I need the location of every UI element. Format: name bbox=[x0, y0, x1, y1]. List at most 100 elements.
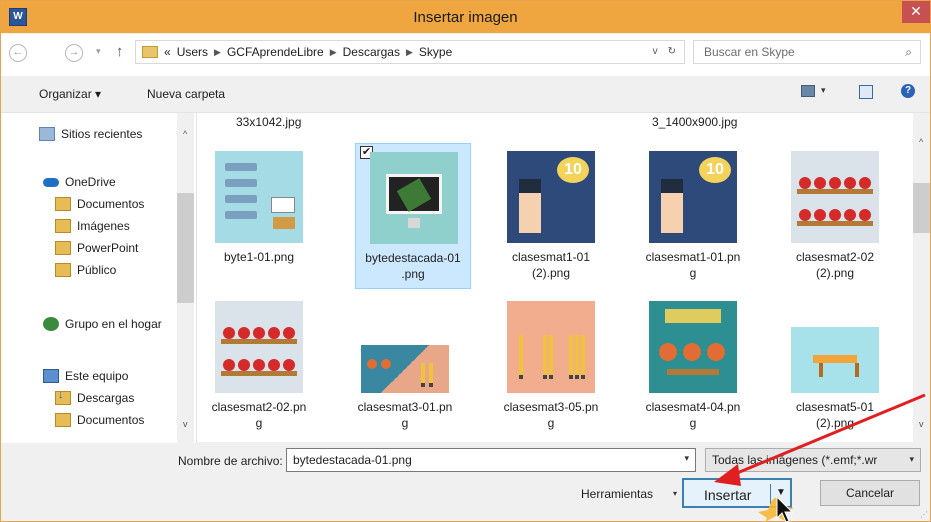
file-name: clasesmat1-01.pn g bbox=[635, 249, 751, 281]
title-bar[interactable]: W Insertar imagen ✕ bbox=[1, 1, 930, 33]
address-history-chevron-icon[interactable]: v bbox=[653, 46, 658, 57]
sidebar-item-homegroup[interactable]: Grupo en el hogar bbox=[43, 317, 162, 331]
back-icon[interactable]: ← bbox=[9, 44, 27, 62]
insert-options-chevron-icon[interactable]: ▼ bbox=[776, 487, 786, 498]
folder-icon bbox=[55, 197, 71, 211]
file-name-line: (2).png bbox=[815, 416, 855, 430]
sidebar-item-label: Sitios recientes bbox=[61, 127, 143, 141]
organize-menu[interactable]: Organizar ▾ bbox=[39, 87, 101, 101]
file-tile[interactable]: clasesmat5-01 (2).png bbox=[777, 293, 893, 439]
file-tile[interactable]: clasesmat2-02.pn g bbox=[201, 293, 317, 439]
file-name-line: clasesmat2-02.pn bbox=[211, 400, 307, 414]
insert-button[interactable]: Insertar ▼ bbox=[682, 478, 792, 508]
filename-input[interactable]: bytedestacada-01.png ▾ bbox=[286, 448, 696, 472]
breadcrumb-separator-icon: ▶ bbox=[329, 46, 337, 57]
sidebar-item-recent-places[interactable]: Sitios recientes bbox=[39, 127, 142, 141]
address-actions: v ↻ bbox=[653, 46, 676, 57]
cancel-button[interactable]: Cancelar bbox=[820, 480, 920, 506]
filename-label: Nombre de archivo: bbox=[178, 454, 283, 468]
image-thumbnail bbox=[791, 327, 879, 393]
sidebar-item-powerpoint[interactable]: PowerPoint bbox=[55, 241, 138, 255]
sidebar-scroll-up-icon[interactable]: ^ bbox=[183, 129, 187, 139]
file-name: clasesmat3-05.pn g bbox=[493, 399, 609, 431]
sidebar-item-onedrive[interactable]: OneDrive bbox=[43, 175, 116, 189]
image-thumbnail bbox=[507, 301, 595, 393]
image-thumbnail bbox=[215, 151, 303, 243]
file-name-line: clasesmat3-01.pn bbox=[357, 400, 453, 414]
new-folder-button[interactable]: Nueva carpeta bbox=[147, 87, 225, 101]
image-thumbnail bbox=[215, 301, 303, 393]
folder-icon bbox=[142, 46, 158, 58]
onedrive-icon bbox=[43, 177, 59, 187]
filename-history-chevron-icon[interactable]: ▾ bbox=[684, 453, 689, 464]
file-tile[interactable]: 10 clasesmat1-01.pn g bbox=[635, 143, 751, 289]
file-name: clasesmat2-02 (2).png bbox=[777, 249, 893, 281]
refresh-icon[interactable]: ↻ bbox=[668, 46, 676, 57]
computer-icon bbox=[43, 369, 59, 383]
file-type-filter-select[interactable]: Todas las imágenes (*.emf;*.wr ▾ bbox=[705, 448, 921, 472]
recent-locations-chevron-icon[interactable]: ▾ bbox=[96, 46, 101, 57]
file-scroll-down-icon[interactable]: v bbox=[919, 419, 924, 429]
file-type-filter-value: Todas las imágenes (*.emf;*.wr bbox=[712, 453, 878, 467]
file-label-partial[interactable]: 33x1042.jpg bbox=[236, 115, 301, 129]
file-tile[interactable]: clasesmat3-01.pn g bbox=[347, 293, 463, 439]
breadcrumb-descargas[interactable]: Descargas bbox=[343, 45, 400, 59]
insert-image-dialog: W Insertar imagen ✕ ← → ▾ ↑ « Users ▶ GC… bbox=[0, 0, 931, 522]
file-name-line: clasesmat3-05.pn bbox=[503, 400, 599, 414]
file-tile[interactable]: clasesmat4-04.pn g bbox=[635, 293, 751, 439]
file-name: clasesmat4-04.pn g bbox=[635, 399, 751, 431]
file-name-line: (2).png bbox=[531, 266, 571, 280]
close-button[interactable]: ✕ bbox=[902, 1, 930, 23]
up-folder-icon[interactable]: ↑ bbox=[116, 43, 124, 60]
address-bar[interactable]: « Users ▶ GCFAprendeLibre ▶ Descargas ▶ … bbox=[135, 40, 685, 64]
breadcrumb-skype[interactable]: Skype bbox=[419, 45, 452, 59]
file-name-line: g bbox=[547, 416, 555, 430]
file-tile[interactable]: clasesmat3-05.pn g bbox=[493, 293, 609, 439]
file-list: 33x1042.jpg 3_1400x900.jpg byte1-01.png … bbox=[198, 113, 912, 443]
file-scroll-up-icon[interactable]: ^ bbox=[919, 137, 923, 147]
dialog-footer: Nombre de archivo: bytedestacada-01.png … bbox=[1, 443, 930, 521]
file-name-line: .png bbox=[401, 267, 425, 281]
sidebar-item-imagenes[interactable]: Imágenes bbox=[55, 219, 130, 233]
change-view-icon[interactable] bbox=[801, 85, 815, 97]
file-tile[interactable]: clasesmat2-02 (2).png bbox=[777, 143, 893, 289]
sidebar-item-publico[interactable]: Público bbox=[55, 263, 116, 277]
sidebar-scrollbar-thumb[interactable] bbox=[177, 193, 194, 303]
folder-icon bbox=[55, 219, 71, 233]
search-input[interactable]: Buscar en Skype ⌕ bbox=[693, 40, 921, 64]
breadcrumb-gcfaprendelibre[interactable]: GCFAprendeLibre bbox=[227, 45, 324, 59]
file-name-line: g bbox=[689, 266, 697, 280]
file-name-line: clasesmat5-01 bbox=[795, 400, 875, 414]
preview-pane-icon[interactable] bbox=[859, 85, 873, 99]
sidebar-item-label: Descargas bbox=[77, 391, 135, 405]
sidebar-item-descargas[interactable]: Descargas bbox=[55, 389, 135, 405]
image-thumbnail bbox=[649, 301, 737, 393]
tools-chevron-icon[interactable]: ▾ bbox=[673, 489, 677, 498]
sidebar-item-label: Documentos bbox=[77, 413, 145, 427]
sidebar-item-label: Público bbox=[77, 263, 117, 277]
view-options-chevron-icon[interactable]: ▾ bbox=[821, 85, 826, 96]
file-list-scrollbar[interactable] bbox=[913, 113, 930, 443]
search-icon[interactable]: ⌕ bbox=[905, 45, 912, 60]
breadcrumb-separator-icon: ▶ bbox=[405, 46, 413, 57]
file-list-scrollbar-thumb[interactable] bbox=[913, 183, 930, 233]
file-tile-selected[interactable]: ✔ bytedestacada-01 .png bbox=[355, 143, 471, 289]
file-tile[interactable]: 10 clasesmat1-01 (2).png bbox=[493, 143, 609, 289]
file-label-partial[interactable]: 3_1400x900.jpg bbox=[652, 115, 737, 129]
sidebar-scroll-down-icon[interactable]: v bbox=[183, 419, 188, 429]
file-tile[interactable]: byte1-01.png bbox=[201, 143, 317, 289]
help-icon[interactable]: ? bbox=[901, 84, 915, 98]
file-name-line: g bbox=[255, 416, 263, 430]
insert-button-label: Insertar bbox=[704, 487, 752, 503]
breadcrumb: « Users ▶ GCFAprendeLibre ▶ Descargas ▶ … bbox=[164, 45, 452, 59]
file-name: clasesmat5-01 (2).png bbox=[777, 399, 893, 431]
resize-grip-icon[interactable]: ⋰ bbox=[920, 510, 928, 519]
tools-menu[interactable]: Herramientas bbox=[581, 487, 653, 501]
address-row: ← → ▾ ↑ « Users ▶ GCFAprendeLibre ▶ Desc… bbox=[1, 34, 930, 76]
forward-icon[interactable]: → bbox=[65, 44, 83, 62]
sidebar-item-documentos-pc[interactable]: Documentos bbox=[55, 413, 144, 427]
breadcrumb-overflow[interactable]: « bbox=[164, 45, 171, 59]
sidebar-item-this-pc[interactable]: Este equipo bbox=[43, 369, 128, 383]
breadcrumb-users[interactable]: Users bbox=[177, 45, 208, 59]
sidebar-item-documentos[interactable]: Documentos bbox=[55, 197, 144, 211]
